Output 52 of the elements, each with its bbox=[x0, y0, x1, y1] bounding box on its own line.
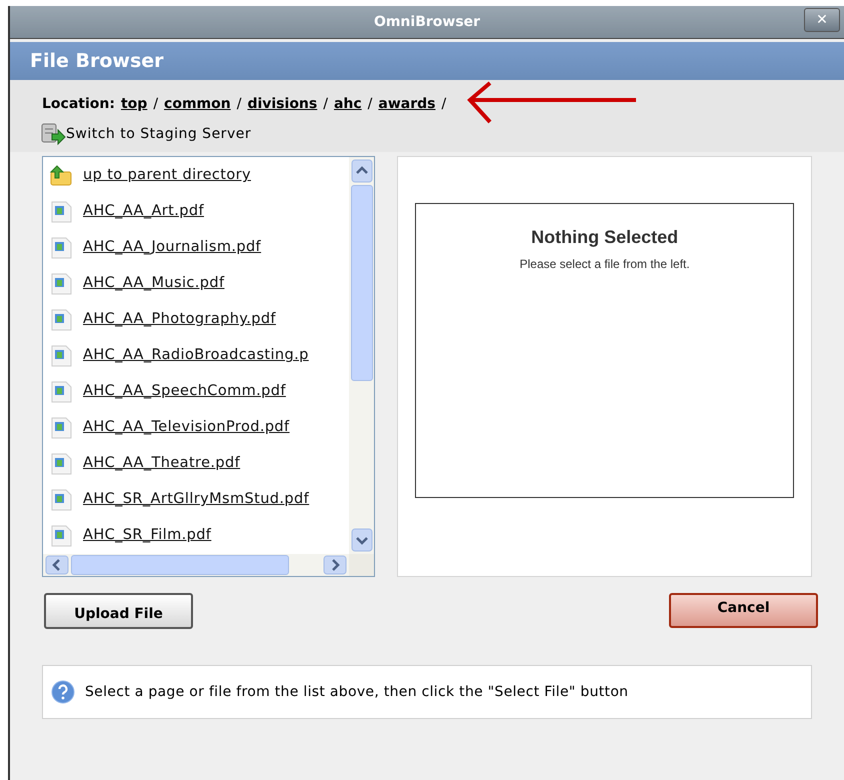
scroll-down-icon[interactable] bbox=[350, 528, 373, 552]
file-link[interactable]: AHC_AA_Journalism.pdf bbox=[83, 237, 262, 259]
file-link[interactable]: AHC_AA_SpeechComm.pdf bbox=[83, 381, 286, 403]
preview-title: Nothing Selected bbox=[531, 226, 678, 249]
file-icon bbox=[49, 273, 73, 295]
upload-button[interactable]: Upload File bbox=[44, 593, 193, 629]
breadcrumb-separator: / bbox=[441, 94, 446, 114]
info-message: Select a page or file from the list above, then click the "Select File" button bbox=[85, 682, 628, 702]
scroll-thumb[interactable] bbox=[71, 555, 289, 575]
file-link[interactable]: AHC_AA_Art.pdf bbox=[83, 201, 204, 223]
breadcrumb-link[interactable]: awards bbox=[378, 94, 436, 114]
panel-title: File Browser bbox=[30, 48, 164, 74]
preview-message: Please select a file from the left. bbox=[520, 256, 690, 273]
breadcrumb-link[interactable]: common bbox=[164, 94, 231, 114]
breadcrumb-separator: / bbox=[236, 94, 242, 114]
file-link[interactable]: AHC_SR_Film.pdf bbox=[83, 525, 212, 547]
scroll-thumb[interactable] bbox=[350, 185, 373, 381]
parent-directory-link[interactable]: up to parent directory bbox=[83, 165, 251, 187]
cancel-button[interactable]: Cancel bbox=[669, 593, 818, 628]
horizontal-scrollbar[interactable] bbox=[43, 554, 350, 576]
breadcrumb-link[interactable]: divisions bbox=[247, 94, 318, 114]
file-icon bbox=[49, 381, 73, 403]
staging-link[interactable]: Switch to Staging Server bbox=[66, 124, 252, 144]
scroll-right-icon[interactable] bbox=[323, 555, 348, 575]
scroll-up-icon[interactable] bbox=[350, 159, 373, 183]
file-icon bbox=[49, 489, 73, 511]
help-icon bbox=[51, 680, 75, 704]
folder-up-icon bbox=[49, 165, 73, 187]
file-link[interactable]: AHC_AA_Photography.pdf bbox=[83, 309, 276, 331]
breadcrumb-link[interactable]: top bbox=[120, 94, 148, 114]
scroll-left-icon[interactable] bbox=[45, 555, 69, 575]
breadcrumb-separator: / bbox=[368, 94, 372, 114]
file-link[interactable]: AHC_AA_TelevisionProd.pdf bbox=[83, 417, 290, 439]
vertical-scrollbar[interactable] bbox=[349, 157, 374, 554]
breadcrumb-separator: / bbox=[323, 94, 328, 114]
window-title: OmniBrowser bbox=[374, 12, 480, 32]
file-icon bbox=[49, 309, 73, 331]
file-link[interactable]: AHC_AA_RadioBroadcasting.p bbox=[83, 345, 309, 367]
file-icon bbox=[49, 417, 73, 439]
location-label: Location: bbox=[42, 94, 115, 114]
file-icon bbox=[49, 453, 73, 475]
file-icon bbox=[49, 237, 73, 259]
file-icon bbox=[49, 525, 73, 547]
file-link[interactable]: AHC_AA_Music.pdf bbox=[83, 273, 224, 295]
file-icon bbox=[49, 201, 73, 223]
breadcrumb-link[interactable]: ahc bbox=[334, 94, 362, 114]
file-icon bbox=[49, 345, 73, 367]
file-link[interactable]: AHC_SR_ArtGllryMsmStud.pdf bbox=[83, 489, 310, 511]
scrollbar-corner bbox=[349, 554, 374, 576]
server-icon bbox=[40, 122, 66, 146]
file-link[interactable]: AHC_AA_Theatre.pdf bbox=[83, 453, 240, 475]
breadcrumb-separator: / bbox=[153, 94, 158, 114]
